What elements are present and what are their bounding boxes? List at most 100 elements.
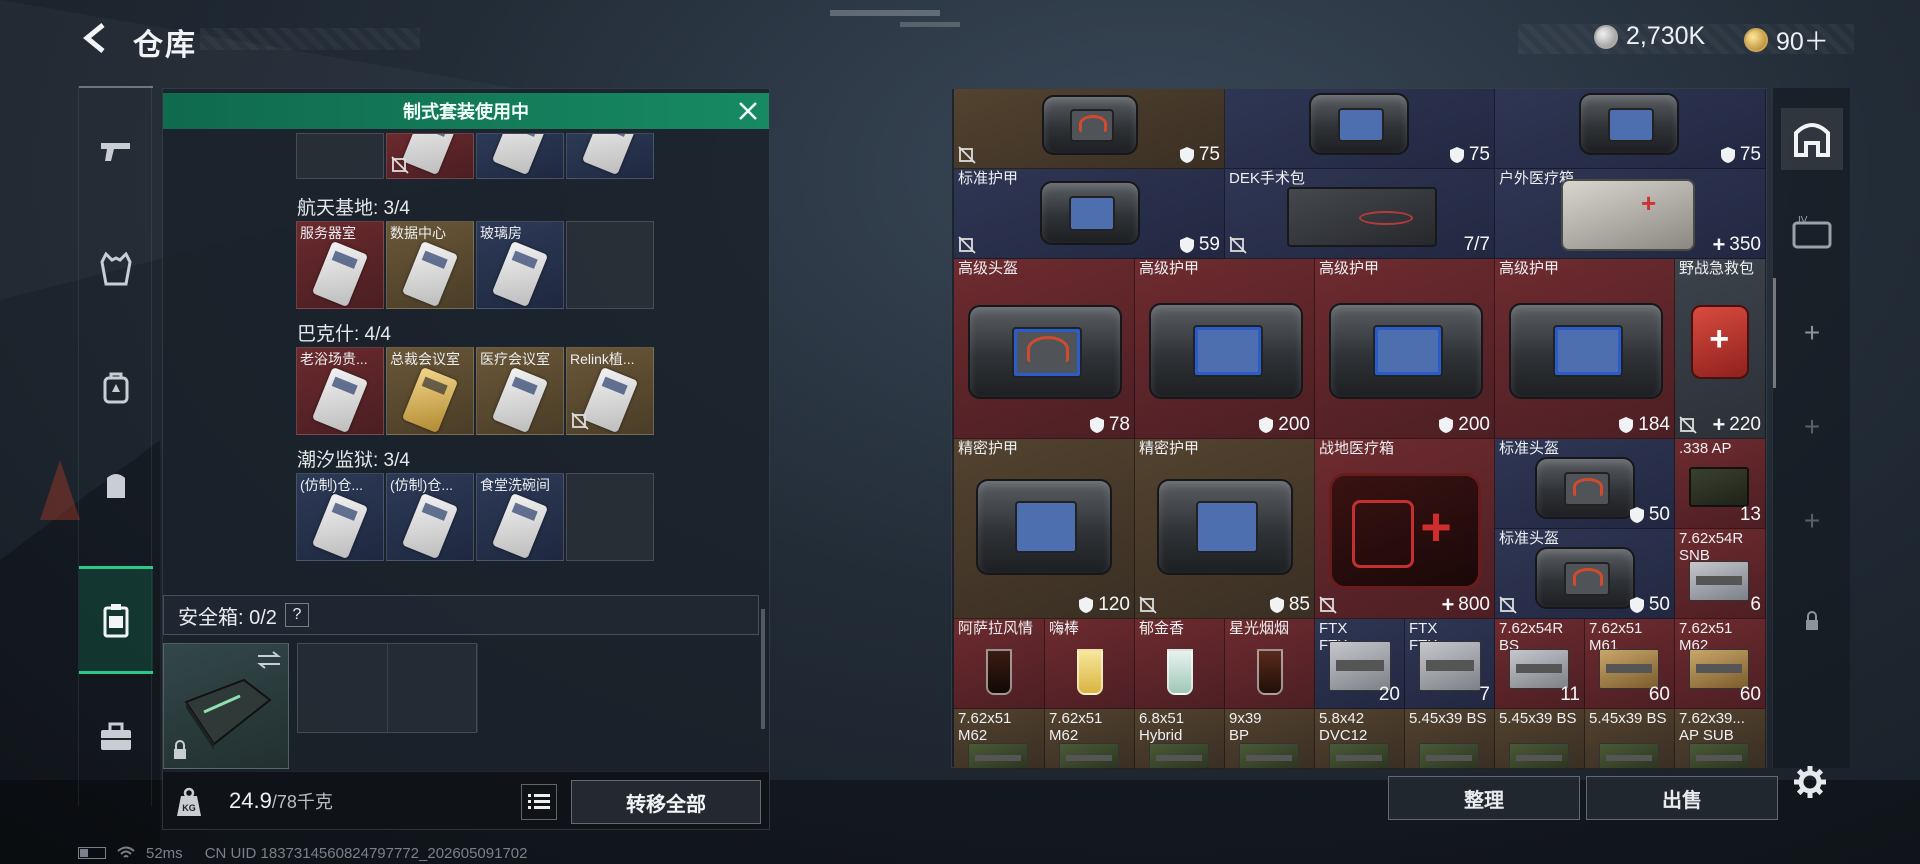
stash-item[interactable]: 阿萨拉风情	[954, 619, 1045, 709]
sell-button[interactable]: 出售	[1586, 776, 1778, 820]
lock-icon	[1806, 611, 1818, 630]
key-slot[interactable]: 数据中心	[386, 221, 474, 309]
stash-item[interactable]: 9x39 BP	[1225, 709, 1315, 769]
key-slot[interactable]: Relink植...	[566, 347, 654, 435]
key-row: 服务器室 数据中心 玻璃房	[296, 221, 654, 309]
safe-box-label: 安全箱: 0/2	[178, 606, 277, 629]
key-slot[interactable]: 总裁会议室	[386, 347, 474, 435]
stash-item[interactable]: DEK手术包 7/7	[1225, 169, 1495, 259]
stash-item[interactable]: FTX FTX 7	[1405, 619, 1495, 709]
key-slot[interactable]: 服务器室	[296, 221, 384, 309]
stash-item[interactable]: 7.62x51 M61 60	[1585, 619, 1675, 709]
tab-armor[interactable]	[87, 240, 145, 298]
stash-item[interactable]: 7.62x51 M62	[954, 709, 1045, 769]
add-page-button[interactable]: +	[1781, 302, 1843, 364]
list-view-button[interactable]	[521, 784, 557, 820]
silver-currency[interactable]: 2,730K	[1594, 22, 1705, 51]
stash-scrollbar[interactable]	[1773, 278, 1776, 388]
back-button[interactable]	[78, 18, 118, 58]
item-name: 9x39 BP	[1229, 710, 1262, 744]
key-slot-empty[interactable]	[566, 221, 654, 309]
shield-icon	[1439, 417, 1454, 433]
stash-item[interactable]: 6.8x51 Hybrid	[1135, 709, 1225, 769]
safe-box-slot[interactable]	[163, 643, 289, 769]
stash-item[interactable]: 精密护甲 120	[954, 439, 1135, 619]
scrollbar[interactable]	[761, 609, 765, 729]
stash-item[interactable]: 野战急救包 +220	[1675, 259, 1766, 439]
stash-item[interactable]: 战地医疗箱 +800	[1315, 439, 1495, 619]
stash-page-container[interactable]: IV	[1781, 202, 1843, 264]
stash-item[interactable]: 高级护甲 200	[1315, 259, 1495, 439]
tab-storage[interactable]	[79, 566, 153, 674]
stash-item[interactable]: 嗨棒	[1045, 619, 1135, 709]
gold-currency[interactable]: 90＋	[1744, 22, 1829, 58]
kit-banner-text: 制式套装使用中	[403, 102, 529, 122]
key-slot[interactable]: (仿制)仓...	[386, 473, 474, 561]
ammo-box-icon	[1509, 743, 1569, 768]
stash-item[interactable]: 7.62x39... AP SUB	[1675, 709, 1766, 769]
key-slot[interactable]	[476, 133, 564, 179]
no-drop-icon	[958, 236, 976, 254]
pistol-icon	[101, 143, 130, 161]
key-slot[interactable]: 玻璃房	[476, 221, 564, 309]
container-icon: IV	[1792, 215, 1832, 249]
tab-weapons[interactable]	[87, 122, 145, 180]
add-page-button[interactable]: +	[1781, 490, 1843, 552]
tab-gear[interactable]	[87, 456, 145, 514]
stash-item[interactable]: 7.62x54R BS 11	[1495, 619, 1585, 709]
shield-icon	[1619, 417, 1634, 433]
sort-button[interactable]: 整理	[1388, 776, 1580, 820]
key-slot-empty[interactable]	[566, 473, 654, 561]
safe-box-grid[interactable]	[297, 643, 478, 733]
stash-item[interactable]: 7.62x51 M62 60	[1675, 619, 1766, 709]
add-page-button[interactable]: +	[1781, 396, 1843, 458]
key-slot[interactable]: 食堂洗碗间	[476, 473, 564, 561]
shield-icon	[1449, 147, 1464, 163]
key-slot[interactable]	[296, 133, 384, 179]
stash-item[interactable]: 高级头盔 78	[954, 259, 1135, 439]
item-name: 7.62x39... AP SUB	[1679, 710, 1745, 744]
close-icon[interactable]	[735, 98, 761, 124]
transfer-all-button[interactable]: 转移全部	[571, 780, 761, 824]
item-name: 战地医疗箱	[1319, 440, 1395, 457]
item-value: 50	[1629, 594, 1670, 616]
keycard-icon	[401, 366, 459, 434]
stash-item[interactable]: 5.45x39 BS	[1585, 709, 1675, 769]
item-value: 60	[1648, 684, 1670, 705]
tab-backpack[interactable]	[87, 358, 145, 416]
stash-item[interactable]: 75	[954, 89, 1225, 169]
tab-toolbox[interactable]	[87, 708, 145, 766]
stash-item[interactable]: 7.62x54R SNB 6	[1675, 529, 1766, 619]
stash-item[interactable]: 75	[1495, 89, 1766, 169]
stash-item[interactable]: 精密护甲 85	[1135, 439, 1315, 619]
stash-item[interactable]: 75	[1225, 89, 1495, 169]
stash-item[interactable]: 5.8x42 DVC12	[1315, 709, 1405, 769]
settings-button[interactable]	[1790, 762, 1830, 802]
key-slot[interactable]: (仿制)仓...	[296, 473, 384, 561]
locked-page[interactable]	[1781, 590, 1843, 652]
stash-page-main[interactable]	[1781, 108, 1843, 170]
stash-item[interactable]: 高级护甲 184	[1495, 259, 1675, 439]
stash-item[interactable]: 5.45x39 BS	[1495, 709, 1585, 769]
stash-item[interactable]: 星光烟烟	[1225, 619, 1315, 709]
key-slot[interactable]: 医疗会议室	[476, 347, 564, 435]
stash-item[interactable]: 标准头盔 50	[1495, 529, 1675, 619]
item-name: 5.45x39 BS	[1589, 710, 1667, 727]
stash-item[interactable]: 标准头盔 50	[1495, 439, 1675, 529]
stash-item[interactable]: FTX FTX 20	[1315, 619, 1405, 709]
key-slot[interactable]	[566, 133, 654, 179]
stash-item[interactable]: 高级护甲 200	[1135, 259, 1315, 439]
swap-icon[interactable]	[256, 650, 282, 670]
key-slot[interactable]: 老浴场贵...	[296, 347, 384, 435]
stash-item[interactable]: 户外医疗箱 +350	[1495, 169, 1766, 259]
stash-item[interactable]: 标准护甲 59	[954, 169, 1225, 259]
stash-item[interactable]: 5.45x39 BS	[1405, 709, 1495, 769]
key-slot[interactable]	[386, 133, 474, 179]
item-value: +220	[1712, 412, 1761, 437]
help-button[interactable]: ?	[284, 603, 309, 627]
stash-item[interactable]: 郁金香	[1135, 619, 1225, 709]
weight-icon: KG	[177, 787, 201, 816]
ammo-box-icon	[1599, 649, 1659, 689]
stash-item[interactable]: .338 AP 13	[1675, 439, 1766, 529]
stash-item[interactable]: 7.62x51 M62	[1045, 709, 1135, 769]
